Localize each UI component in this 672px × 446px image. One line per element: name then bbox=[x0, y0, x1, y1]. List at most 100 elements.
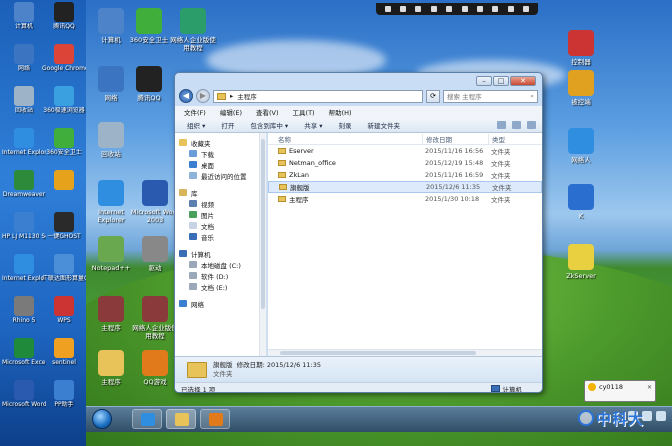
desktop-icon[interactable]: QQ游戏 bbox=[130, 350, 180, 386]
desktop-icon[interactable]: 主程序 bbox=[86, 296, 136, 332]
desktop-icon[interactable]: 网络人企业版使用教程 bbox=[130, 296, 180, 340]
sidebar-item-music[interactable]: 音乐 bbox=[175, 231, 266, 242]
taskbar-explorer-button[interactable] bbox=[166, 409, 196, 429]
view-options-icon[interactable] bbox=[497, 121, 506, 129]
search-input[interactable]: 搜索 主程序 ⌕ bbox=[443, 89, 538, 103]
sidebar-favorites[interactable]: 收藏夹 bbox=[175, 137, 266, 148]
sidebar-item-downloads[interactable]: 下载 bbox=[175, 148, 266, 159]
remote-desktop-viewport[interactable]: 计算机 360安全卫士 网络人企业版使用教程 网络 腾讯QQ 回收站 Internet Ex… bbox=[86, 0, 672, 446]
toolbar-icon[interactable] bbox=[400, 6, 407, 12]
column-type[interactable]: 类型 bbox=[488, 133, 538, 144]
desktop-icon[interactable]: 广联达图形算量GCL2013 bbox=[42, 254, 86, 282]
desktop-icon[interactable]: 网络人 bbox=[556, 128, 606, 164]
burn-button[interactable]: 刻录 bbox=[339, 120, 352, 130]
sidebar-scrollbar[interactable] bbox=[259, 133, 266, 356]
desktop-icon[interactable]: WPS bbox=[42, 296, 86, 324]
desktop-icon[interactable]: 被控端 bbox=[556, 70, 606, 106]
desktop-icon[interactable]: PP助手 bbox=[42, 380, 86, 408]
sidebar-item-pictures[interactable]: 图片 bbox=[175, 209, 266, 220]
desktop-icon[interactable]: 360安全卫士 bbox=[124, 8, 174, 44]
column-date[interactable]: 修改日期 bbox=[422, 133, 488, 144]
sidebar-library[interactable]: 库 bbox=[175, 187, 266, 198]
desktop-icon[interactable]: HP LJ M1130 Scan bbox=[2, 212, 46, 240]
close-icon[interactable]: ✕ bbox=[647, 384, 652, 391]
toolbar-icon[interactable] bbox=[415, 6, 422, 12]
address-bar[interactable]: ▸ 主程序 bbox=[213, 89, 423, 103]
menu-view[interactable]: 查看(V) bbox=[256, 107, 279, 117]
sidebar-network[interactable]: 网络 bbox=[175, 298, 266, 309]
file-row-selected[interactable]: 旗舰版 2015/12/6 11:35 文件夹 bbox=[268, 181, 542, 193]
desktop-icon[interactable]: Internet Explorer bbox=[2, 254, 46, 282]
desktop-icon[interactable]: 360极速浏览器 bbox=[42, 86, 86, 114]
share-button[interactable]: 共享 ▾ bbox=[304, 120, 322, 130]
forward-button[interactable]: ▶ bbox=[196, 89, 210, 103]
sidebar-item-recent[interactable]: 最近访问的位置 bbox=[175, 170, 266, 181]
menu-edit[interactable]: 编辑(E) bbox=[220, 107, 242, 117]
toolbar-icon[interactable] bbox=[430, 6, 437, 12]
desktop-icon[interactable]: Microsoft Word 2003 bbox=[130, 180, 180, 224]
desktop-icon[interactable]: Microsoft Excel 2003 bbox=[2, 338, 46, 366]
sidebar-item-drive-d[interactable]: 软件 (D:) bbox=[175, 270, 266, 281]
close-button[interactable]: ✕ bbox=[510, 76, 536, 86]
desktop-icon[interactable]: Google Chrome bbox=[42, 44, 86, 72]
sidebar-item-desktop[interactable]: 桌面 bbox=[175, 159, 266, 170]
file-row[interactable]: Eserver 2015/11/16 16:56 文件夹 bbox=[268, 145, 542, 157]
desktop-icon[interactable]: 360安全卫士 bbox=[42, 128, 86, 156]
desktop-icon[interactable]: Internet Explorer bbox=[86, 180, 136, 224]
desktop-icon[interactable]: 网络人企业版使用教程 bbox=[168, 8, 218, 52]
desktop-icon[interactable]: 主程序 bbox=[86, 350, 136, 386]
sidebar-item-videos[interactable]: 视频 bbox=[175, 198, 266, 209]
desktop-icon[interactable]: ZkServer bbox=[556, 244, 606, 280]
preview-pane-icon[interactable] bbox=[512, 121, 521, 129]
desktop-icon[interactable]: 一键GHOST bbox=[42, 212, 86, 240]
taskbar-ie-button[interactable] bbox=[132, 409, 162, 429]
toolbar-icon[interactable] bbox=[446, 6, 453, 12]
file-row[interactable]: ZkLan 2015/11/16 16:59 文件夹 bbox=[268, 169, 542, 181]
back-button[interactable]: ◀ bbox=[179, 89, 193, 103]
desktop-icon[interactable]: Rhino 5 bbox=[2, 296, 46, 324]
toolbar-icon[interactable] bbox=[477, 6, 484, 12]
qq-notification[interactable]: cy0118 ✕ bbox=[584, 380, 656, 402]
file-row[interactable]: Netman_office 2015/12/19 15:48 文件夹 bbox=[268, 157, 542, 169]
file-row[interactable]: 主程序 2015/1/30 10:18 文件夹 bbox=[268, 193, 542, 205]
sidebar-item-documents[interactable]: 文档 bbox=[175, 220, 266, 231]
desktop-icon[interactable]: Dreamweaver bbox=[2, 170, 46, 198]
organize-button[interactable]: 组织 ▾ bbox=[187, 120, 205, 130]
desktop-icon[interactable]: K bbox=[556, 184, 606, 220]
desktop-icon[interactable]: Microsoft Word 2003 bbox=[2, 380, 46, 408]
desktop-icon[interactable]: Internet Explorer bbox=[2, 128, 46, 156]
desktop-icon[interactable]: 回收站 bbox=[86, 122, 136, 158]
sidebar-computer[interactable]: 计算机 bbox=[175, 248, 266, 259]
remote-control-toolbar[interactable] bbox=[376, 3, 538, 15]
minimize-button[interactable]: – bbox=[476, 76, 492, 86]
sidebar-item-drive-c[interactable]: 本地磁盘 (C:) bbox=[175, 259, 266, 270]
start-button[interactable] bbox=[92, 409, 112, 429]
help-icon[interactable] bbox=[527, 121, 536, 129]
desktop-icon[interactable]: 计算机 bbox=[2, 2, 46, 30]
maximize-button[interactable]: □ bbox=[493, 76, 509, 86]
toolbar-icon[interactable] bbox=[384, 6, 391, 12]
desktop-icon[interactable]: 腾讯QQ bbox=[42, 2, 86, 30]
column-name[interactable]: 名称 bbox=[278, 134, 422, 144]
include-in-library-button[interactable]: 包含到库中 ▾ bbox=[250, 120, 288, 130]
toolbar-icon[interactable] bbox=[492, 6, 499, 12]
menu-tools[interactable]: 工具(T) bbox=[293, 107, 315, 117]
desktop-icon[interactable]: 网络 bbox=[2, 44, 46, 72]
toolbar-icon[interactable] bbox=[523, 6, 530, 12]
taskbar-app-button[interactable] bbox=[200, 409, 230, 429]
refresh-button[interactable]: ⟳ bbox=[426, 89, 440, 103]
desktop-icon[interactable] bbox=[42, 170, 86, 191]
sidebar-item-drive-e[interactable]: 文档 (E:) bbox=[175, 281, 266, 292]
desktop-icon[interactable]: Notepad++ bbox=[86, 236, 136, 272]
toolbar-icon[interactable] bbox=[507, 6, 514, 12]
new-folder-button[interactable]: 新建文件夹 bbox=[368, 120, 401, 130]
desktop-icon[interactable]: sentinel bbox=[42, 338, 86, 366]
explorer-window[interactable]: – □ ✕ ◀ ▶ ▸ 主程序 ⟳ 搜索 主程序 ⌕ 文件(F) 编辑(E) 查… bbox=[174, 72, 543, 393]
open-button[interactable]: 打开 bbox=[221, 120, 234, 130]
menu-help[interactable]: 帮助(H) bbox=[329, 107, 352, 117]
desktop-icon[interactable]: 腾讯QQ bbox=[124, 66, 174, 102]
desktop-icon[interactable]: 回收站 bbox=[2, 86, 46, 114]
menu-file[interactable]: 文件(F) bbox=[184, 107, 206, 117]
file-list-scrollbar[interactable] bbox=[268, 349, 542, 356]
tray-icon[interactable] bbox=[656, 411, 666, 421]
